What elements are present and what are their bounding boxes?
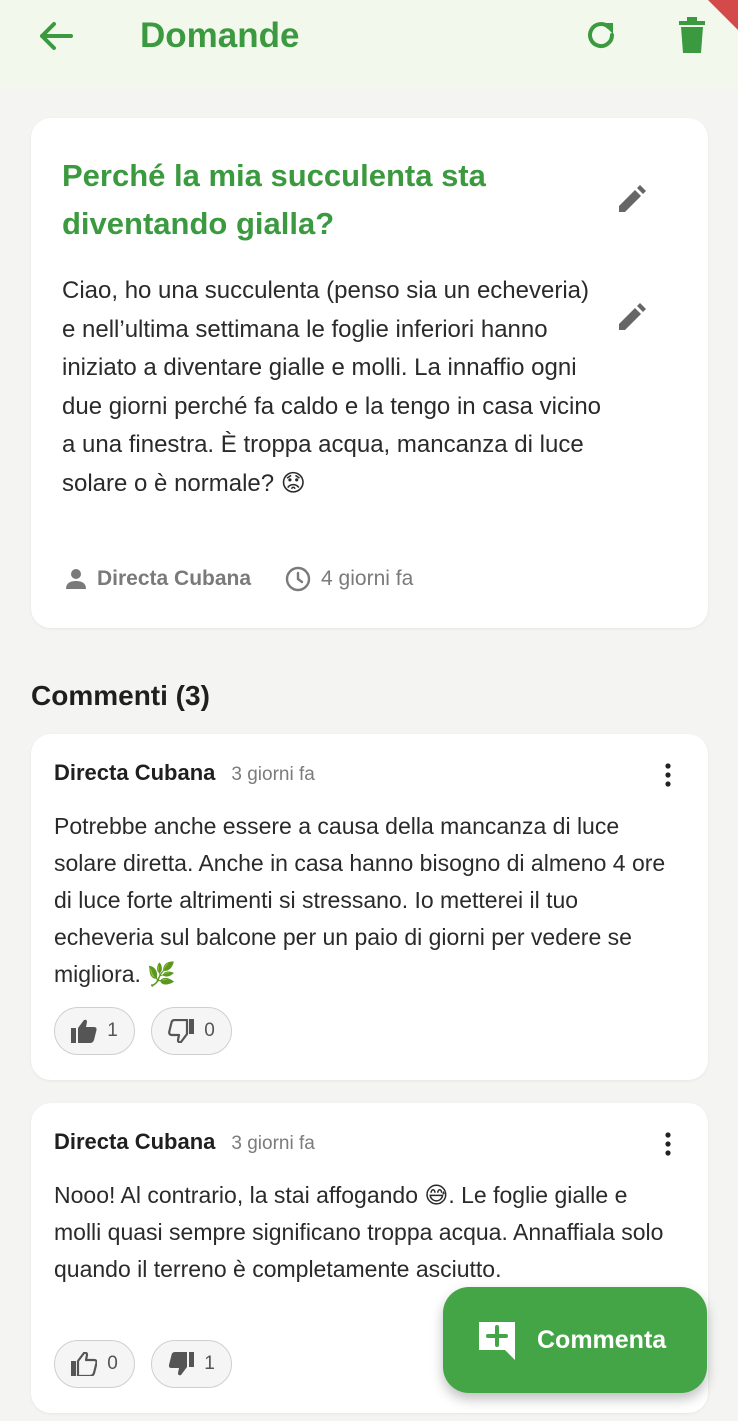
thumbs-down-filled-icon xyxy=(169,1352,195,1376)
question-time: 4 giorni fa xyxy=(321,567,414,590)
question-body: Ciao, ho una succulenta (penso sia un ec… xyxy=(62,277,602,497)
thumbs-down-outline-icon xyxy=(168,1019,195,1043)
dislike-count: 0 xyxy=(204,1020,215,1041)
refresh-button[interactable] xyxy=(580,14,622,56)
comments-heading: Commenti (3) xyxy=(31,680,210,711)
add-comment-icon xyxy=(479,1322,515,1360)
comment-author: Directa Cubana xyxy=(54,760,216,785)
like-button[interactable]: 1 xyxy=(54,1007,135,1055)
more-vertical-icon xyxy=(665,763,671,787)
delete-button[interactable] xyxy=(672,14,712,56)
comment-header: Directa Cubana 3 giorni fa xyxy=(54,760,315,786)
comment-author: Directa Cubana xyxy=(54,1129,216,1154)
question-meta: Directa Cubana 4 giorni fa xyxy=(65,566,413,592)
edit-title-button[interactable] xyxy=(611,180,651,220)
comment-body: Nooo! Al contrario, la stai affogando 😅.… xyxy=(54,1182,664,1282)
like-count: 0 xyxy=(107,1353,118,1374)
page-title: Domande xyxy=(140,16,300,55)
add-comment-button[interactable]: Commenta xyxy=(443,1287,707,1393)
question-title: Perché la mia succulenta sta diventando … xyxy=(62,158,486,241)
arrow-left-icon xyxy=(40,22,73,50)
comment-card: Directa Cubana 3 giorni fa Potrebbe anch… xyxy=(31,734,708,1080)
more-vertical-icon xyxy=(665,1132,671,1156)
thumbs-up-filled-icon xyxy=(71,1019,97,1043)
comment-time: 3 giorni fa xyxy=(231,764,315,785)
trash-icon xyxy=(679,17,705,53)
like-count: 1 xyxy=(107,1020,118,1041)
comment-time: 3 giorni fa xyxy=(231,1133,315,1154)
person-icon xyxy=(66,569,86,589)
comment-header: Directa Cubana 3 giorni fa xyxy=(54,1129,315,1155)
comment-menu-button[interactable] xyxy=(653,760,683,790)
dislike-button[interactable]: 0 xyxy=(151,1007,232,1055)
question-card: Perché la mia succulenta sta diventando … xyxy=(31,118,708,628)
pencil-icon xyxy=(619,185,646,212)
pencil-icon xyxy=(619,303,646,330)
edit-body-button[interactable] xyxy=(611,298,651,338)
clock-icon xyxy=(285,566,311,592)
question-author: Directa Cubana xyxy=(97,567,252,590)
comment-body: Potrebbe anche essere a causa della manc… xyxy=(54,813,666,987)
thumbs-up-outline-icon xyxy=(71,1352,98,1376)
debug-banner xyxy=(708,0,738,30)
like-button[interactable]: 0 xyxy=(54,1340,135,1388)
refresh-icon xyxy=(588,22,615,49)
app-bar: Domande xyxy=(0,0,738,88)
add-comment-label: Commenta xyxy=(537,1325,667,1354)
back-button[interactable] xyxy=(36,16,76,56)
comment-menu-button[interactable] xyxy=(653,1129,683,1159)
dislike-button[interactable]: 1 xyxy=(151,1340,232,1388)
dislike-count: 1 xyxy=(204,1353,215,1374)
